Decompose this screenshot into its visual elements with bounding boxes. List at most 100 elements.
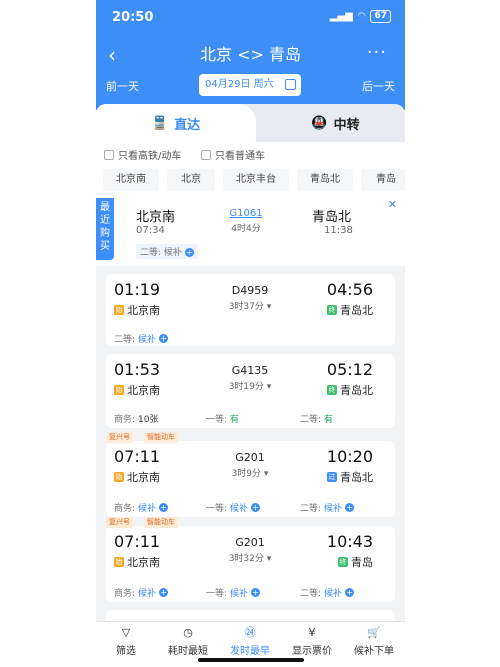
earliest-label: 发时最早: [230, 646, 270, 657]
arrival-time: 10:43: [326, 532, 373, 551]
seat-info[interactable]: 二等: 候补 +: [300, 586, 355, 599]
arrival-station-label: 青岛北: [340, 304, 373, 317]
seat-label: 商务:: [114, 589, 136, 599]
origin-badge-icon: 始: [114, 385, 124, 395]
fuxing-tag: 复兴号: [106, 432, 133, 443]
show-price-button[interactable]: ¥ 显示票价: [282, 626, 342, 657]
arrival-time: 10:20: [326, 447, 373, 466]
earliest-button[interactable]: ㉔发时最早: [220, 626, 280, 657]
seat-label: 一等:: [206, 415, 228, 425]
departure-station: 始北京南: [114, 302, 160, 318]
filter-button[interactable]: ▽ 筛选: [96, 626, 156, 657]
train-card[interactable]: 01:53 始北京南 G4135 3时19分 ▾ 05:12 终青岛北 商务: 1…: [106, 354, 395, 428]
cart-icon: 🛒: [367, 626, 381, 639]
seat-value: 候补: [230, 589, 249, 599]
station-chip[interactable]: 青岛: [361, 169, 405, 191]
seat-label: 二等:: [300, 504, 322, 514]
smart-train-tag: 智能动车: [144, 517, 178, 528]
departure-time: 07:11: [114, 532, 161, 551]
next-day-button[interactable]: 后一天: [362, 78, 395, 94]
terminal-badge-icon: 终: [327, 385, 337, 395]
duration-label: 3时19分: [228, 382, 264, 392]
train-number: G201: [235, 536, 265, 549]
date-label: 04月29日 周六: [205, 79, 274, 90]
normal-train-checkbox[interactable]: 只看普通车: [201, 147, 265, 162]
origin-badge-icon: 始: [114, 557, 124, 567]
seat-info[interactable]: 商务: 候补 +: [114, 501, 169, 514]
seat-label: 一等:: [206, 589, 228, 599]
train-card[interactable]: 01:19 始北京南 D4959 3时37分 ▾ 04:56 终青岛北 二等: 候…: [106, 274, 395, 346]
seat-info[interactable]: 二等: 候补 +: [114, 332, 169, 345]
seat-info[interactable]: 一等: 候补 +: [206, 501, 261, 514]
arrival-time: 04:56: [326, 280, 373, 299]
tab-direct[interactable]: 🚆 直达: [96, 104, 256, 142]
waitlist-button[interactable]: 🛒 候补下单: [344, 626, 404, 657]
seat-label: 二等:: [114, 335, 136, 345]
departure-station-label: 北京南: [127, 471, 160, 484]
seat-info[interactable]: 商务: 10张: [114, 412, 159, 425]
seat-info[interactable]: 商务: 候补 +: [114, 586, 169, 599]
recent-purchase-card[interactable]: 最近购买 ✕ 北京南 07:34 G1061 4时4分 青岛北 11:38 二等…: [96, 198, 405, 266]
duration: 3时32分 ▾: [228, 554, 272, 564]
origin-badge-icon: 始: [114, 472, 124, 482]
recent-seat[interactable]: 二等: 候补 +: [136, 244, 198, 259]
wifi-icon: ◠: [357, 11, 366, 22]
fuxing-tag: 复兴号: [106, 517, 133, 528]
recent-from-time: 07:34: [136, 225, 165, 236]
tab-transfer[interactable]: 🚇 中转: [266, 104, 405, 142]
shortest-button[interactable]: ◷ 耗时最短: [158, 626, 218, 657]
train-card[interactable]: 复兴号 智能动车 07:11 始北京南 G201 3时9分 ▾ 10:20 过青…: [106, 432, 395, 517]
seat-value: 有: [230, 415, 240, 425]
seat-value: 10张: [138, 415, 159, 425]
origin-badge-icon: 始: [114, 305, 124, 315]
duration: 3时9分 ▾: [231, 469, 269, 479]
plus-icon: +: [345, 503, 355, 512]
plus-icon: +: [159, 588, 169, 597]
train-card[interactable]: 复兴号 智能动车 07:11 始北京南 G201 3时32分 ▾ 10:43 终…: [106, 517, 395, 602]
station-chip[interactable]: 青岛北: [297, 169, 353, 191]
arrival-station: 过青岛北: [327, 469, 373, 485]
battery-icon: 67: [370, 10, 391, 23]
recent-train-number[interactable]: G1061: [216, 208, 276, 219]
filter-label: 筛选: [116, 646, 136, 657]
tab-transfer-label: 中转: [333, 117, 360, 133]
arrival-station: 终青岛北: [327, 382, 373, 398]
plus-icon: +: [251, 588, 261, 597]
nav-bar: ‹ 北京 <> 青岛 ···: [96, 42, 405, 68]
date-picker[interactable]: 04月29日 周六: [199, 74, 301, 96]
duration-label: 3时9分: [231, 469, 262, 479]
status-bar: 20:50 ▂▄▆ ◠ 67: [110, 10, 391, 28]
seat-info[interactable]: 二等: 候补 +: [300, 501, 355, 514]
shortest-label: 耗时最短: [168, 646, 208, 657]
close-icon[interactable]: ✕: [388, 198, 397, 211]
seat-value: 候补: [138, 589, 157, 599]
seat-value: 有: [324, 415, 334, 425]
station-chip[interactable]: 北京南: [103, 169, 159, 191]
station-chip[interactable]: 北京: [167, 169, 215, 191]
duration: 3时19分 ▾: [228, 382, 272, 392]
departure-station: 始北京南: [114, 382, 160, 398]
seat-info[interactable]: 二等: 有: [300, 412, 333, 425]
seat-info[interactable]: 一等: 候补 +: [206, 586, 261, 599]
arrival-station-label: 青岛北: [340, 471, 373, 484]
station-chips: 北京南 北京 北京丰台 青岛北 青岛: [96, 164, 405, 198]
checkbox-icon: [104, 149, 114, 160]
departure-time: 07:11: [114, 447, 161, 466]
high-speed-checkbox[interactable]: 只看高铁/动车: [104, 147, 181, 162]
prev-day-button[interactable]: 前一天: [106, 78, 139, 94]
status-icons: ▂▄▆ ◠ 67: [330, 10, 391, 23]
train-icon: 🚆: [151, 115, 169, 131]
seat-value: 候补: [324, 589, 343, 599]
more-icon[interactable]: ···: [367, 42, 387, 64]
filter-row: 只看高铁/动车 只看普通车: [96, 142, 405, 164]
header: 20:50 ▂▄▆ ◠ 67 ‹ 北京 <> 青岛 ··· 前一天 04月29日…: [96, 0, 405, 110]
duration-label: 3时37分: [228, 302, 264, 312]
calendar-icon: [285, 79, 296, 90]
departure-station: 始北京南: [114, 554, 160, 570]
show-price-label: 显示票价: [292, 646, 332, 657]
seat-label: 商务:: [114, 415, 136, 425]
station-chip[interactable]: 北京丰台: [223, 169, 289, 191]
seat-info[interactable]: 一等: 有: [206, 412, 239, 425]
train-number: G4135: [231, 364, 269, 377]
recent-seat-label: 二等: 候补: [140, 248, 182, 258]
